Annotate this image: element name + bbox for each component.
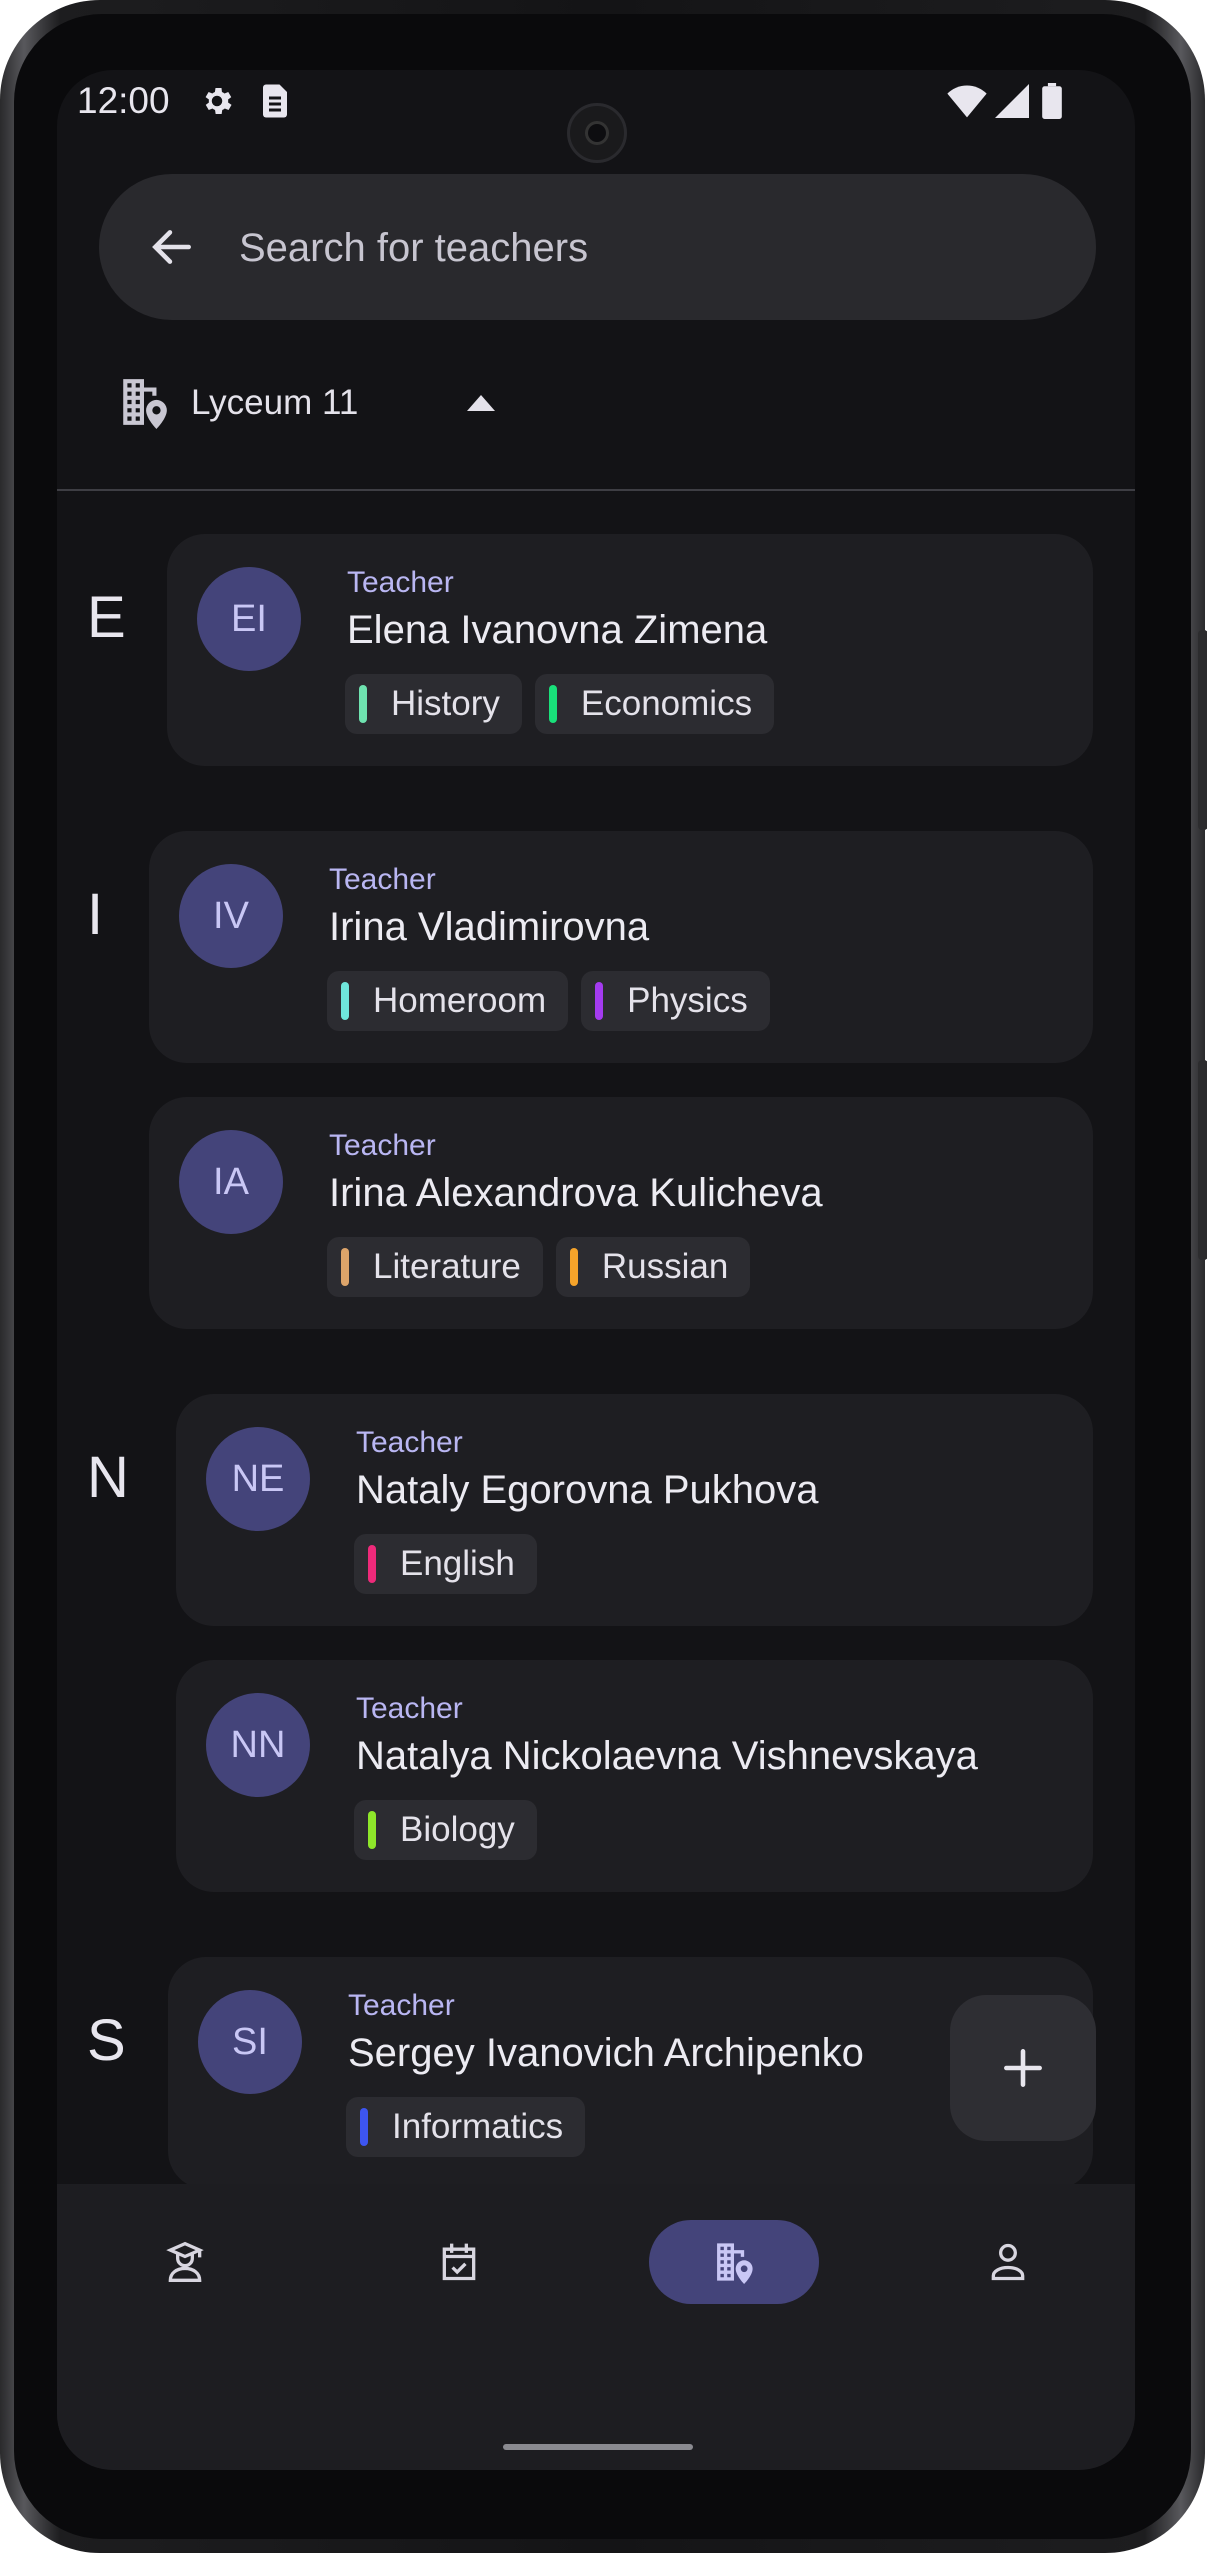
sim-card-icon (259, 83, 291, 124)
subject-color-indicator (368, 1811, 376, 1849)
teacher-name: Elena Ivanovna Zimena (347, 608, 768, 652)
teacher-icon (166, 2241, 204, 2282)
section-letter-n: N (87, 1445, 129, 1510)
teacher-card[interactable]: NE Teacher Nataly Egorovna Pukhova Engli… (176, 1394, 1093, 1626)
section-letter-i: I (87, 882, 104, 947)
section-letter-s: S (87, 2008, 126, 2073)
subject-tags: Informatics (346, 2097, 586, 2157)
teacher-name: Irina Alexandrova Kulicheva (329, 1171, 823, 1215)
teacher-role: Teacher (347, 566, 454, 599)
front-camera (567, 103, 627, 163)
teacher-card[interactable]: NN Teacher Natalya Nickolaevna Vishnevsk… (176, 1660, 1093, 1892)
subject-label: Physics (627, 981, 748, 1020)
subject-tag: Informatics (346, 2097, 586, 2157)
status-time: 12:00 (77, 80, 170, 121)
subject-tag: Physics (581, 971, 770, 1031)
avatar: NN (206, 1693, 310, 1797)
section-letter-e: E (87, 585, 126, 650)
search-input[interactable] (237, 214, 1001, 282)
power-button (1198, 630, 1207, 830)
subject-tag: Literature (327, 1237, 543, 1297)
subject-tag: English (354, 1534, 537, 1594)
subject-label: Homeroom (373, 981, 547, 1020)
subject-color-indicator (548, 685, 557, 723)
subject-tags: English (354, 1534, 537, 1594)
avatar: IV (179, 864, 283, 968)
account-icon (991, 2243, 1025, 2281)
nav-item-schedule[interactable] (374, 2220, 544, 2304)
subject-tags: Biology (354, 1800, 537, 1860)
subject-label: Russian (601, 1247, 729, 1286)
subject-color-indicator (359, 685, 367, 723)
subject-color-indicator (341, 1248, 349, 1286)
school-location-icon (717, 2243, 753, 2284)
subject-label: English (400, 1544, 515, 1583)
subject-label: Biology (400, 1810, 515, 1849)
volume-button (1198, 1060, 1207, 1260)
nav-item-teachers[interactable] (100, 2220, 270, 2304)
subject-color-indicator (341, 982, 349, 1020)
subject-label: Informatics (392, 2107, 564, 2146)
teacher-name: Natalya Nickolaevna Vishnevskaya (356, 1734, 978, 1778)
bottom-navigation (57, 2184, 1135, 2470)
teacher-card[interactable]: EI Teacher Elena Ivanovna Zimena History… (167, 534, 1093, 766)
subject-tag: History (345, 674, 522, 734)
avatar: IA (179, 1130, 283, 1234)
school-label: Lyceum 11 (191, 383, 359, 422)
subject-tag: Economics (534, 674, 775, 734)
subject-label: Economics (580, 684, 753, 723)
teacher-role: Teacher (329, 1129, 436, 1162)
add-teacher-button[interactable] (950, 1995, 1096, 2141)
teacher-role: Teacher (329, 863, 436, 896)
teacher-role: Teacher (356, 1426, 463, 1459)
battery-icon (1041, 83, 1063, 124)
signal-icon (995, 83, 1029, 124)
add-icon (1004, 2049, 1042, 2087)
calendar-check-icon (442, 2243, 476, 2281)
settings-icon (199, 83, 235, 124)
teacher-role: Teacher (356, 1692, 463, 1725)
subject-label: Literature (373, 1247, 521, 1286)
avatar: NE (206, 1427, 310, 1531)
subject-tag: Homeroom (327, 971, 569, 1031)
teacher-name: Irina Vladimirovna (329, 905, 650, 949)
subject-tags: Literature Russian (327, 1237, 751, 1297)
teacher-card[interactable]: IV Teacher Irina Vladimirovna Homeroom P… (149, 831, 1093, 1063)
subject-color-indicator (569, 1248, 578, 1286)
subject-color-indicator (595, 982, 604, 1020)
school-location-icon (119, 375, 169, 434)
subject-color-indicator (360, 2108, 368, 2146)
screen: 12:00 Lyceum 11 (57, 70, 1135, 2470)
teacher-card[interactable]: IA Teacher Irina Alexandrova Kulicheva L… (149, 1097, 1093, 1329)
subject-tags: History Economics (345, 674, 775, 734)
divider (57, 489, 1135, 491)
home-indicator[interactable] (503, 2444, 693, 2450)
search-bar[interactable] (99, 174, 1096, 320)
subject-color-indicator (368, 1545, 376, 1583)
nav-item-profile[interactable] (923, 2220, 1093, 2304)
subject-tags: Homeroom Physics (327, 971, 770, 1031)
wifi-icon (947, 83, 987, 124)
back-arrow-icon[interactable] (147, 222, 197, 277)
teacher-name: Nataly Egorovna Pukhova (356, 1468, 819, 1512)
subject-tag: Biology (354, 1800, 537, 1860)
teacher-name: Sergey Ivanovich Archipenko (348, 2031, 864, 2075)
avatar: EI (197, 567, 301, 671)
avatar: SI (198, 1990, 302, 2094)
caret-up-icon[interactable] (467, 395, 495, 416)
subject-tag: Russian (555, 1237, 751, 1297)
subject-label: History (391, 684, 500, 723)
nav-item-schools[interactable] (649, 2220, 819, 2304)
teacher-role: Teacher (348, 1989, 455, 2022)
